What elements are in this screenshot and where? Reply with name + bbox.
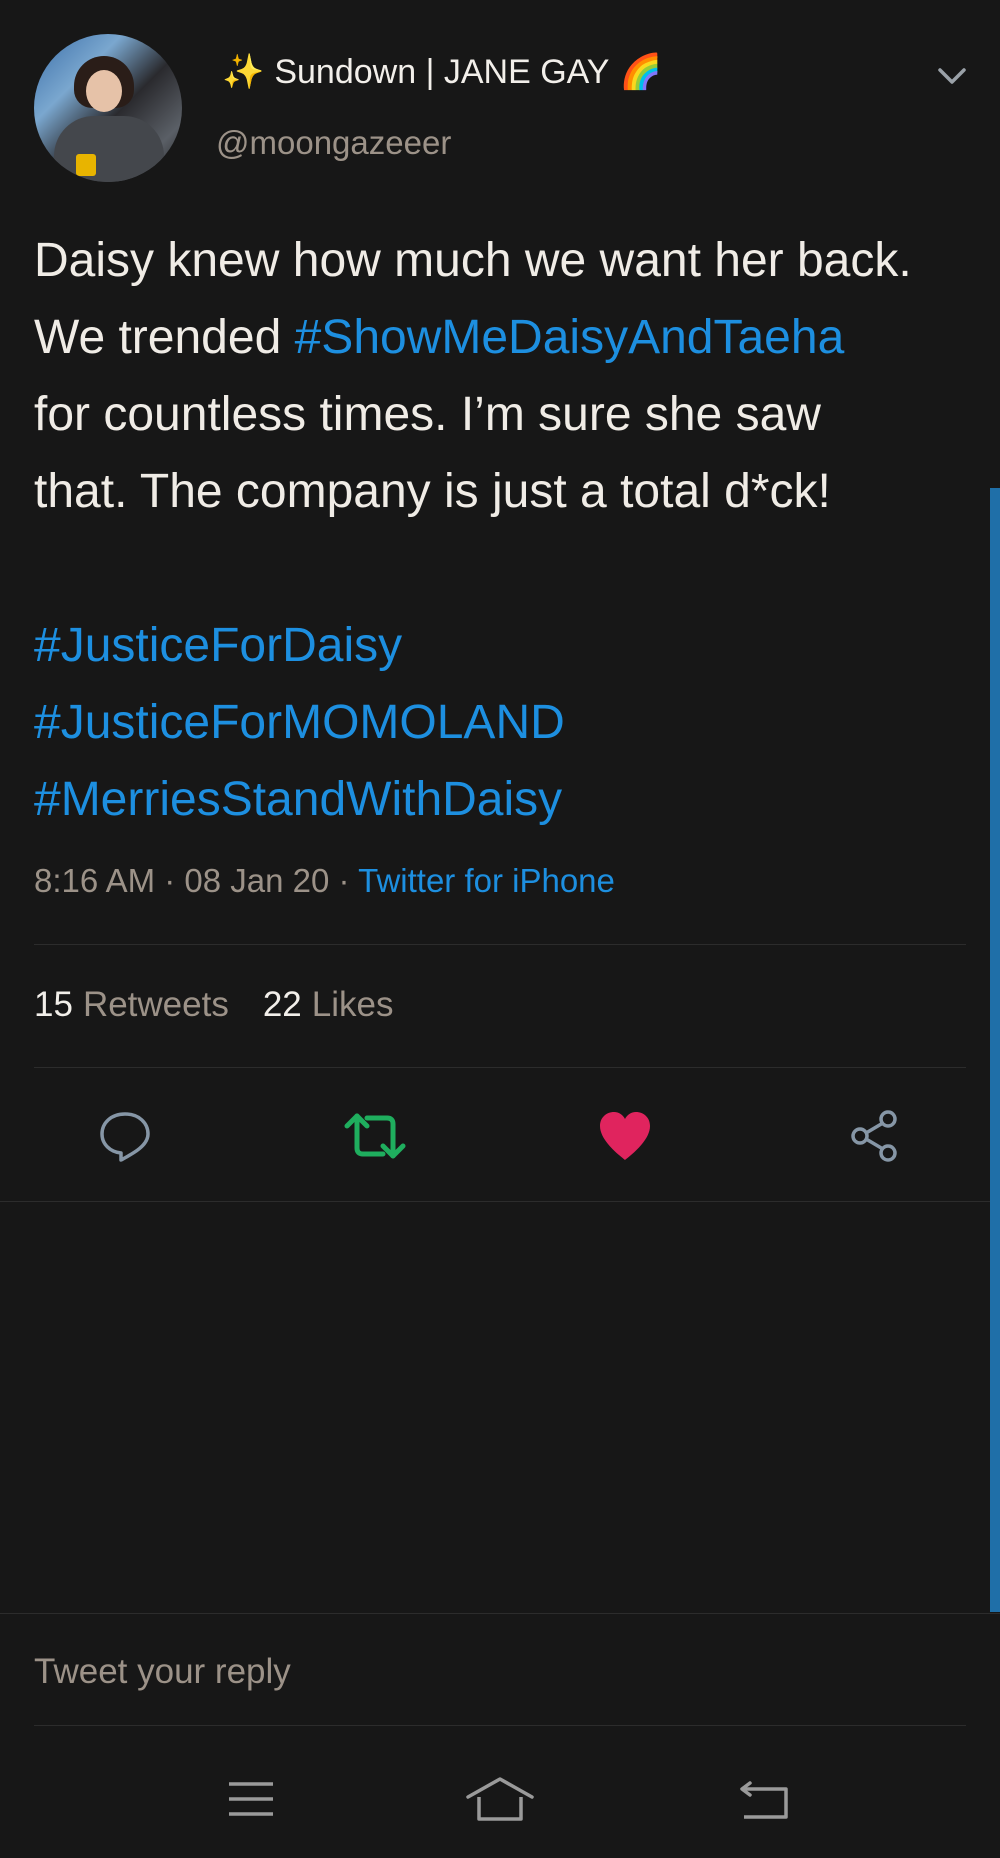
tweet-line: Daisy knew how much we want her back.	[34, 234, 912, 287]
divider	[34, 1067, 966, 1068]
home-button[interactable]	[460, 1760, 540, 1838]
menu-lines-icon	[229, 1782, 273, 1816]
home-icon	[466, 1777, 534, 1821]
back-button[interactable]	[724, 1760, 804, 1838]
avatar-face-shape	[86, 70, 122, 112]
tweet-body: Daisy knew how much we want her back. We…	[34, 222, 974, 838]
recent-apps-button[interactable]	[211, 1760, 291, 1838]
tweet-line: that. The company is just a total d*ck!	[34, 465, 831, 518]
author-avatar[interactable]	[34, 34, 182, 182]
meta-separator: ·	[155, 862, 185, 899]
like-button[interactable]	[589, 1100, 661, 1172]
tweet-source-link[interactable]: Twitter for iPhone	[358, 862, 615, 899]
back-arrow-icon	[740, 1781, 788, 1819]
tweet-line: We trended #ShowMeDaisyAndTaeha	[34, 299, 974, 376]
meta-separator: ·	[329, 862, 359, 899]
retweets-stat[interactable]: 15 Retweets	[34, 985, 229, 1025]
hashtag-link[interactable]: #ShowMeDaisyAndTaeha	[295, 311, 845, 364]
retweets-label: Retweets	[82, 985, 229, 1024]
retweet-button[interactable]	[339, 1100, 411, 1172]
author-name-row[interactable]: ✨ Sundown | JANE GAY 🌈	[222, 52, 662, 92]
tweet-line: for countless times. I’m sure she saw	[34, 388, 821, 441]
heart-icon	[600, 1112, 650, 1160]
reply-input[interactable]: Tweet your reply	[34, 1652, 291, 1692]
retweets-count: 15	[34, 985, 73, 1024]
chevron-down-icon	[938, 68, 966, 84]
hashtag-link[interactable]: #MerriesStandWithDaisy	[34, 761, 974, 838]
tweet-actions-bar	[0, 1100, 1000, 1172]
likes-label: Likes	[311, 985, 394, 1024]
tweet-time: 8:16 AM	[34, 862, 156, 899]
tweet-options-button[interactable]	[934, 58, 970, 94]
author-display-name: Sundown | JANE GAY	[274, 52, 610, 91]
divider	[0, 1201, 1000, 1202]
tweet-line-text: We trended	[34, 311, 295, 364]
retweet-icon	[344, 1113, 406, 1159]
divider	[34, 1725, 966, 1726]
likes-stat[interactable]: 22 Likes	[263, 985, 394, 1025]
avatar-body-shape	[54, 116, 164, 182]
share-button[interactable]	[839, 1100, 911, 1172]
system-navigation-bar	[0, 1760, 1000, 1838]
scrollbar-thumb[interactable]	[990, 488, 1000, 1612]
reply-button[interactable]	[89, 1100, 161, 1172]
tweet-stats: 15 Retweets 22 Likes	[34, 985, 394, 1025]
reply-icon	[100, 1112, 150, 1162]
likes-count: 22	[262, 985, 302, 1024]
tweet-date: 08 Jan 20	[184, 862, 330, 899]
sparkles-emoji: ✨	[222, 53, 265, 91]
rainbow-emoji: 🌈	[619, 53, 662, 91]
share-icon	[851, 1110, 897, 1162]
divider	[34, 944, 966, 945]
author-handle[interactable]: @moongazeeer	[216, 124, 451, 162]
hashtag-link[interactable]: #JusticeForMOMOLAND	[34, 684, 974, 761]
avatar-cup-shape	[76, 154, 96, 176]
divider	[0, 1613, 1000, 1614]
hashtag-link[interactable]: #JusticeForDaisy	[34, 607, 974, 684]
tweet-meta: 8:16 AM · 08 Jan 20 · Twitter for iPhone	[34, 862, 615, 900]
